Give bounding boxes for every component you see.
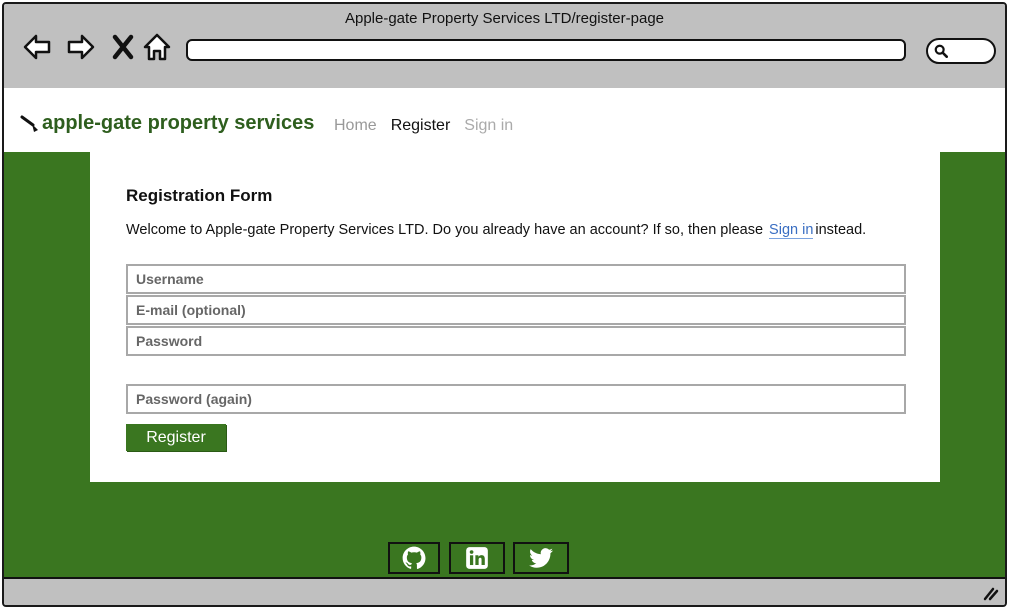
nav-link-register[interactable]: Register bbox=[391, 117, 451, 135]
registration-card: Registration Form Welcome to Apple-gate … bbox=[90, 152, 940, 482]
welcome-prefix: Welcome to Apple-gate Property Services … bbox=[126, 222, 764, 238]
linkedin-icon bbox=[466, 547, 488, 569]
stop-button[interactable] bbox=[106, 30, 140, 64]
browser-titlebar: Apple-gate Property Services LTD/registe… bbox=[4, 4, 1005, 88]
browser-statusbar bbox=[4, 577, 1005, 605]
welcome-text: Welcome to Apple-gate Property Services … bbox=[126, 222, 867, 239]
home-icon bbox=[143, 33, 171, 61]
linkedin-link[interactable] bbox=[449, 542, 505, 574]
username-input[interactable] bbox=[126, 264, 906, 294]
close-icon bbox=[112, 34, 134, 60]
resize-handle-icon[interactable] bbox=[981, 583, 999, 601]
arrow-left-icon bbox=[23, 34, 51, 60]
form-title: Registration Form bbox=[126, 186, 273, 205]
window-title: Apple-gate Property Services LTD/registe… bbox=[344, 10, 665, 27]
search-field[interactable] bbox=[926, 38, 996, 64]
twitter-link[interactable] bbox=[513, 542, 569, 574]
email-input[interactable] bbox=[126, 295, 906, 325]
github-icon bbox=[402, 546, 426, 569]
password-again-input[interactable] bbox=[126, 384, 906, 414]
forward-button[interactable] bbox=[64, 30, 98, 64]
nav-link-sign-in[interactable]: Sign in bbox=[464, 117, 513, 135]
magnifier-icon bbox=[934, 44, 948, 58]
site-navbar: apple-gate property services Home Regist… bbox=[4, 88, 1005, 152]
password-input[interactable] bbox=[126, 326, 906, 356]
twitter-icon bbox=[529, 548, 553, 568]
back-button[interactable] bbox=[20, 30, 54, 64]
github-link[interactable] bbox=[388, 542, 440, 574]
welcome-suffix: instead. bbox=[815, 222, 867, 238]
brush-icon bbox=[20, 115, 38, 132]
home-button[interactable] bbox=[140, 30, 174, 64]
register-button[interactable]: Register bbox=[126, 424, 226, 451]
site-brand[interactable]: apple-gate property services bbox=[20, 112, 314, 135]
address-bar[interactable] bbox=[186, 39, 906, 61]
nav-link-home[interactable]: Home bbox=[334, 117, 377, 135]
brand-text: apple-gate property services bbox=[42, 112, 315, 134]
browser-window: Apple-gate Property Services LTD/registe… bbox=[2, 2, 1007, 607]
sign-in-link[interactable]: Sign in bbox=[769, 222, 814, 239]
arrow-right-icon bbox=[67, 34, 95, 60]
nav-links: Home Register Sign in bbox=[334, 117, 513, 135]
